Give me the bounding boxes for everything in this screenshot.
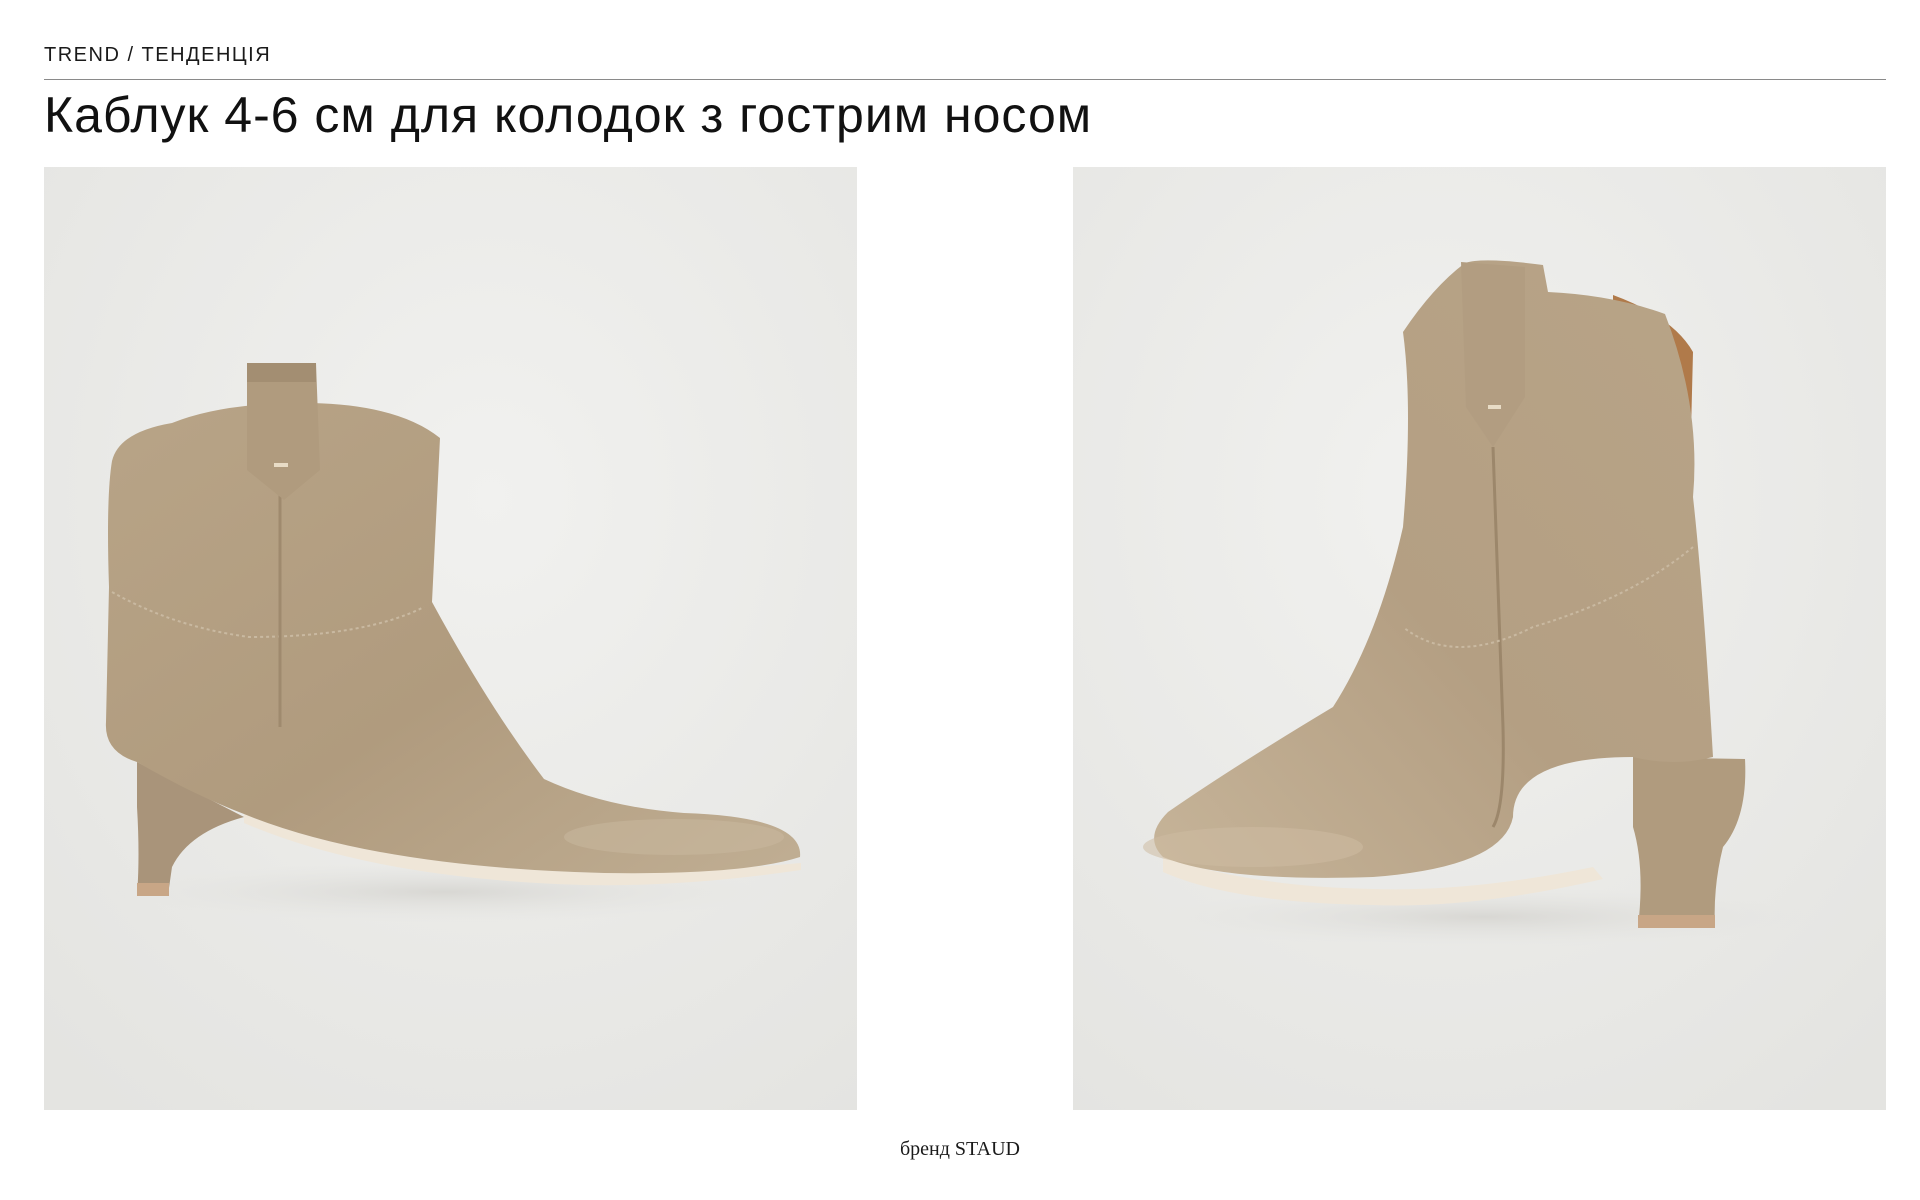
- header-divider: [44, 79, 1886, 80]
- section-kicker: TREND / ТЕНДЕНЦІЯ: [44, 44, 272, 66]
- page-title: Каблук 4-6 см для колодок з гострим носо…: [44, 87, 1093, 143]
- boot-photo-side-view: [44, 167, 857, 1110]
- brand-caption: бренд STAUD: [900, 1138, 1020, 1160]
- boot-photo-back-view: [1073, 167, 1886, 1110]
